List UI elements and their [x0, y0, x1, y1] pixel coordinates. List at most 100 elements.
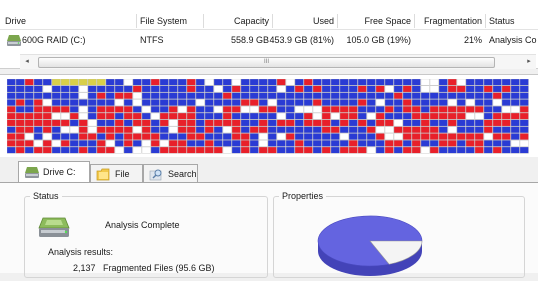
cluster-block	[177, 99, 187, 106]
column-header-file-system[interactable]: File System	[140, 13, 187, 29]
scroll-right-icon[interactable]: ▸	[522, 55, 536, 69]
scroll-left-icon[interactable]: ◂	[20, 55, 34, 69]
cluster-block	[7, 119, 16, 127]
cluster-block	[168, 133, 178, 140]
cluster-block	[78, 146, 88, 154]
cluster-block	[24, 140, 34, 147]
cluster-block	[276, 112, 286, 120]
cluster-block	[447, 106, 457, 113]
cluster-block	[420, 92, 430, 100]
cluster-block	[42, 140, 52, 147]
cluster-block	[474, 106, 484, 113]
cluster-block	[240, 92, 250, 100]
cluster-block	[321, 112, 331, 120]
cluster-block	[159, 79, 169, 86]
cluster-block	[285, 112, 295, 120]
cluster-block	[132, 119, 142, 127]
cluster-block	[141, 106, 151, 113]
cluster-block	[213, 106, 223, 113]
cluster-block	[69, 99, 79, 106]
cluster-block	[123, 85, 133, 93]
cluster-block	[492, 119, 502, 127]
cluster-block	[330, 99, 340, 106]
cluster-block	[267, 146, 277, 154]
cluster-block	[285, 106, 295, 113]
cluster-block	[177, 140, 187, 147]
cluster-block	[213, 92, 223, 100]
column-separator[interactable]	[337, 14, 338, 28]
tab-file-list[interactable]: File list	[90, 164, 143, 197]
fragmented-files-text: Fragmented Files (95.6 GB)	[103, 263, 215, 273]
cluster-block	[123, 119, 133, 127]
cluster-block	[114, 133, 124, 140]
column-header-status[interactable]: Status	[489, 13, 515, 29]
status-panel: Status Analysis Complete Analysis result…	[24, 191, 268, 278]
cluster-block	[222, 126, 232, 134]
cluster-block	[483, 79, 493, 86]
tab-search[interactable]: Search	[143, 164, 198, 182]
cluster-block	[393, 112, 403, 120]
column-separator[interactable]	[203, 14, 204, 28]
cluster-block	[249, 99, 259, 106]
cluster-block	[204, 112, 214, 120]
cluster-block	[438, 99, 448, 106]
tab-label: Search	[168, 169, 197, 179]
column-separator[interactable]	[272, 14, 273, 28]
cluster-block	[114, 119, 124, 127]
cluster-block	[303, 99, 313, 106]
column-header-fragmentation[interactable]: Fragmentation	[416, 13, 482, 29]
cluster-block	[222, 79, 232, 86]
cluster-block	[339, 106, 349, 113]
cluster-block	[78, 79, 88, 86]
cluster-block	[402, 146, 412, 154]
cluster-block	[303, 140, 313, 147]
cluster-block	[294, 85, 304, 93]
column-separator[interactable]	[414, 14, 415, 28]
scrollbar-thumb[interactable]: III	[38, 57, 495, 68]
cluster-block	[330, 133, 340, 140]
cluster-block	[96, 92, 106, 100]
cluster-block	[222, 112, 232, 120]
cluster-block	[258, 99, 268, 106]
cluster-block	[114, 79, 124, 86]
column-header-capacity[interactable]: Capacity	[205, 13, 269, 29]
cluster-block	[492, 133, 502, 140]
column-header-used[interactable]: Used	[274, 13, 334, 29]
horizontal-scrollbar[interactable]: ◂ III ▸	[20, 54, 536, 69]
cluster-block	[366, 126, 376, 134]
cluster-block	[312, 99, 322, 106]
cluster-block	[510, 79, 520, 86]
cluster-block	[321, 126, 331, 134]
cluster-block	[438, 85, 448, 93]
cluster-block	[258, 133, 268, 140]
cluster-block	[429, 85, 439, 93]
column-header-drive[interactable]: Drive	[5, 13, 26, 29]
column-separator[interactable]	[485, 14, 486, 28]
cluster-block	[141, 133, 151, 140]
cluster-block	[330, 79, 340, 86]
cluster-block	[240, 99, 250, 106]
tab-drive-c[interactable]: Drive C:	[18, 161, 90, 182]
cluster-block	[168, 92, 178, 100]
cluster-block	[456, 99, 466, 106]
file-system-value: NTFS	[140, 35, 164, 45]
cluster-block	[33, 92, 43, 100]
cluster-block	[474, 112, 484, 120]
cluster-block	[393, 106, 403, 113]
cluster-block	[15, 99, 25, 106]
column-separator[interactable]	[136, 14, 137, 28]
cluster-block	[168, 112, 178, 120]
table-row[interactable]: 600G RAID (C:) NTFS 558.9 GB 453.9 GB (8…	[0, 30, 538, 50]
cluster-block	[195, 112, 205, 120]
cluster-block	[141, 112, 151, 120]
cluster-map[interactable]	[0, 74, 538, 157]
cluster-block	[60, 119, 70, 127]
cluster-block	[411, 99, 421, 106]
column-header-free-space[interactable]: Free Space	[339, 13, 411, 29]
cluster-block	[141, 140, 151, 147]
cluster-block	[510, 85, 520, 93]
cluster-block	[159, 106, 169, 113]
cluster-block	[429, 112, 439, 120]
cluster-block	[285, 140, 295, 147]
cluster-block	[411, 106, 421, 113]
